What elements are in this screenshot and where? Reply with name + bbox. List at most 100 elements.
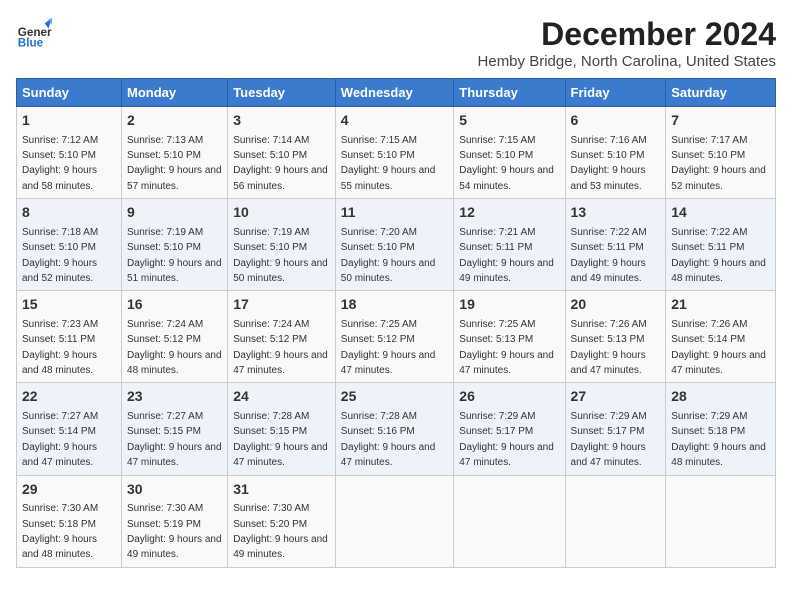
week-row-1: 1 Sunrise: 7:12 AM Sunset: 5:10 PM Daylight… <box>17 107 776 199</box>
day-number: 8 <box>22 203 116 223</box>
day-sunrise: Sunrise: 7:15 AM <box>341 135 417 146</box>
day-daylight-label: Daylight: 9 hours and 57 minutes. <box>127 165 222 191</box>
header-wednesday: Wednesday <box>335 79 454 107</box>
day-cell-26: 26Sunrise: 7:29 AMSunset: 5:17 PMDayligh… <box>454 383 565 475</box>
empty-cell <box>335 475 454 567</box>
day-cell-14: 14Sunrise: 7:22 AMSunset: 5:11 PMDayligh… <box>666 199 776 291</box>
day-sunrise: Sunrise: 7:12 AM <box>22 135 98 146</box>
day-number: 20 <box>571 295 661 315</box>
day-sunset: Sunset: 5:10 PM <box>127 242 201 253</box>
day-daylight-label: Daylight: 9 hours and 47 minutes. <box>233 442 328 468</box>
day-cell-10: 10Sunrise: 7:19 AMSunset: 5:10 PMDayligh… <box>228 199 336 291</box>
day-daylight-label: Daylight: 9 hours and 48 minutes. <box>671 442 766 468</box>
day-sunset: Sunset: 5:12 PM <box>233 334 307 345</box>
day-daylight-label: Daylight: 9 hours and 47 minutes. <box>459 442 554 468</box>
day-cell-15: 15Sunrise: 7:23 AMSunset: 5:11 PMDayligh… <box>17 291 122 383</box>
day-sunset: Sunset: 5:17 PM <box>571 426 645 437</box>
day-number: 15 <box>22 295 116 315</box>
day-cell-19: 19Sunrise: 7:25 AMSunset: 5:13 PMDayligh… <box>454 291 565 383</box>
day-sunrise: Sunrise: 7:26 AM <box>571 319 647 330</box>
day-daylight-label: Daylight: 9 hours and 49 minutes. <box>459 258 554 284</box>
header-sunday: Sunday <box>17 79 122 107</box>
day-daylight-label: Daylight: 9 hours and 50 minutes. <box>233 258 328 284</box>
day-cell-1: 1Sunrise: 7:12 AMSunset: 5:10 PMDaylight… <box>17 107 122 199</box>
day-number: 1 <box>22 111 116 131</box>
day-number: 9 <box>127 203 222 223</box>
day-cell-30: 30Sunrise: 7:30 AMSunset: 5:19 PMDayligh… <box>122 475 228 567</box>
day-cell-11: 11Sunrise: 7:20 AMSunset: 5:10 PMDayligh… <box>335 199 454 291</box>
week-row-3: 15 Sunrise: 7:23 AM Sunset: 5:11 PM Dayligh… <box>17 291 776 383</box>
day-sunset: Sunset: 5:11 PM <box>571 242 644 253</box>
day-sunrise: Sunrise: 7:29 AM <box>671 411 747 422</box>
day-number: 23 <box>127 387 222 407</box>
day-sunrise: Sunrise: 7:21 AM <box>459 227 535 238</box>
day-cell-24: 24Sunrise: 7:28 AMSunset: 5:15 PMDayligh… <box>228 383 336 475</box>
day-number: 2 <box>127 111 222 131</box>
day-cell-27: 27Sunrise: 7:29 AMSunset: 5:17 PMDayligh… <box>565 383 666 475</box>
header-tuesday: Tuesday <box>228 79 336 107</box>
day-sunset: Sunset: 5:18 PM <box>671 426 745 437</box>
day-sunrise: Sunrise: 7:14 AM <box>233 135 309 146</box>
day-sunrise: Sunrise: 7:23 AM <box>22 319 98 330</box>
day-number: 28 <box>671 387 770 407</box>
day-sunrise: Sunrise: 7:27 AM <box>22 411 98 422</box>
empty-cell <box>454 475 565 567</box>
day-daylight-label: Daylight: 9 hours and 47 minutes. <box>671 350 766 376</box>
day-sunset: Sunset: 5:11 PM <box>22 334 95 345</box>
day-cell-25: 25 Sunrise: 7:28 AM Sunset: 5:16 PM Dayligh… <box>335 383 454 475</box>
day-sunset: Sunset: 5:10 PM <box>341 150 415 161</box>
day-number: 25 <box>341 387 449 407</box>
day-sunset: Sunset: 5:10 PM <box>233 242 307 253</box>
day-daylight-label: Daylight: 9 hours and 54 minutes. <box>459 165 554 191</box>
day-cell-13: 13Sunrise: 7:22 AMSunset: 5:11 PMDayligh… <box>565 199 666 291</box>
day-sunrise: Sunrise: 7:15 AM <box>459 135 535 146</box>
calendar-table: SundayMondayTuesdayWednesdayThursdayFrid… <box>16 78 776 568</box>
day-sunset: Sunset: 5:18 PM <box>22 519 96 530</box>
day-sunset: Sunset: 5:10 PM <box>459 150 533 161</box>
day-sunset: Sunset: 5:12 PM <box>341 334 415 345</box>
day-cell-12: 12Sunrise: 7:21 AMSunset: 5:11 PMDayligh… <box>454 199 565 291</box>
day-number: 26 <box>459 387 559 407</box>
day-sunrise: Sunrise: 7:30 AM <box>233 503 309 514</box>
day-cell-20: 20Sunrise: 7:26 AMSunset: 5:13 PMDayligh… <box>565 291 666 383</box>
day-daylight-label: Daylight: 9 hours and 47 minutes. <box>341 442 436 468</box>
day-daylight-label: Daylight: 9 hours and 48 minutes. <box>127 350 222 376</box>
day-cell-29: 29Sunrise: 7:30 AMSunset: 5:18 PMDayligh… <box>17 475 122 567</box>
day-sunset: Sunset: 5:10 PM <box>127 150 201 161</box>
day-number: 5 <box>459 111 559 131</box>
week-row-4: 22Sunrise: 7:27 AMSunset: 5:14 PMDayligh… <box>17 383 776 475</box>
day-daylight-label: Daylight: 9 hours and 52 minutes. <box>22 258 97 284</box>
day-daylight-label: Daylight: 9 hours and 55 minutes. <box>341 165 436 191</box>
day-daylight-label: Daylight: 9 hours and 49 minutes. <box>233 534 328 560</box>
day-sunrise: Sunrise: 7:24 AM <box>233 319 309 330</box>
day-daylight-label: Daylight: 9 hours and 47 minutes. <box>233 350 328 376</box>
day-number: 14 <box>671 203 770 223</box>
header-thursday: Thursday <box>454 79 565 107</box>
day-number: 3 <box>233 111 330 131</box>
day-cell-4: 4Sunrise: 7:15 AMSunset: 5:10 PMDaylight… <box>335 107 454 199</box>
day-daylight-label: Daylight: 9 hours and 52 minutes. <box>671 165 766 191</box>
day-cell-2: 2 Sunrise: 7:13 AM Sunset: 5:10 PM Daylight… <box>122 107 228 199</box>
day-cell-31: 31Sunrise: 7:30 AMSunset: 5:20 PMDayligh… <box>228 475 336 567</box>
header-monday: Monday <box>122 79 228 107</box>
day-sunset: Sunset: 5:17 PM <box>459 426 533 437</box>
day-sunset: Sunset: 5:15 PM <box>233 426 307 437</box>
day-number: 18 <box>341 295 449 315</box>
day-cell-17: 17Sunrise: 7:24 AMSunset: 5:12 PMDayligh… <box>228 291 336 383</box>
day-number: 30 <box>127 480 222 500</box>
day-daylight-label: Daylight: 9 hours and 58 minutes. <box>22 165 97 191</box>
day-sunrise: Sunrise: 7:28 AM <box>341 411 417 422</box>
day-number: 29 <box>22 480 116 500</box>
day-sunrise: Sunrise: 7:24 AM <box>127 319 203 330</box>
day-sunset: Sunset: 5:19 PM <box>127 519 201 530</box>
day-daylight-label: Daylight: 9 hours and 48 minutes. <box>22 534 97 560</box>
day-sunrise: Sunrise: 7:13 AM <box>127 135 203 146</box>
day-sunset: Sunset: 5:11 PM <box>459 242 532 253</box>
day-sunrise: Sunrise: 7:17 AM <box>671 135 747 146</box>
day-sunset: Sunset: 5:10 PM <box>341 242 415 253</box>
day-sunset: Sunset: 5:16 PM <box>341 426 415 437</box>
day-sunset: Sunset: 5:11 PM <box>671 242 744 253</box>
day-sunset: Sunset: 5:10 PM <box>571 150 645 161</box>
svg-text:Blue: Blue <box>18 37 44 50</box>
day-sunrise: Sunrise: 7:19 AM <box>233 227 309 238</box>
